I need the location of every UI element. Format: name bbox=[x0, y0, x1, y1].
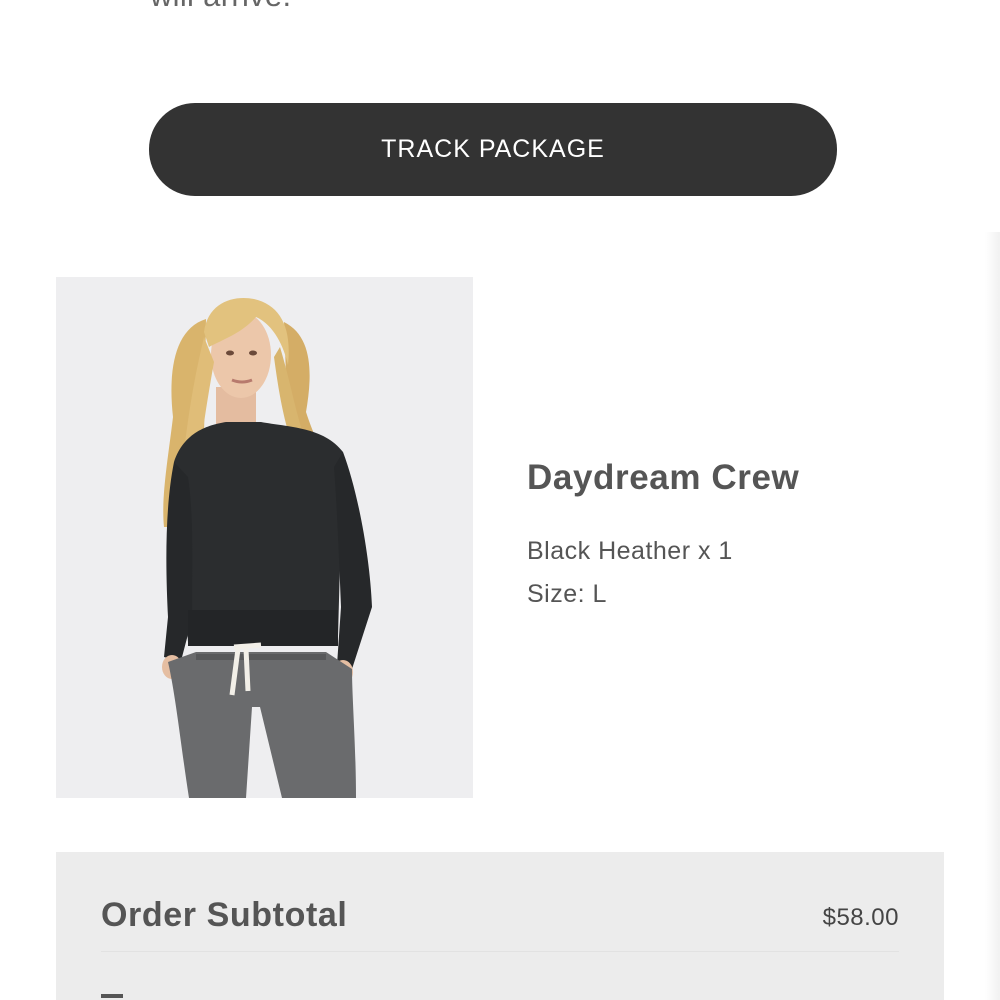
summary-divider bbox=[101, 951, 899, 952]
product-size: Size: L bbox=[527, 580, 607, 608]
delivery-message: will arrive. bbox=[150, 0, 291, 14]
partially-visible-row bbox=[101, 994, 123, 998]
product-variant: Black Heather x 1 bbox=[527, 537, 733, 565]
order-confirmation-page: will arrive. TRACK PACKAGE bbox=[0, 0, 1000, 1000]
order-summary: Order Subtotal $58.00 bbox=[56, 852, 944, 1000]
product-name[interactable]: Daydream Crew bbox=[527, 458, 799, 498]
product-image[interactable] bbox=[56, 277, 473, 798]
subtotal-value: $58.00 bbox=[822, 904, 899, 931]
product-photo-illustration bbox=[56, 277, 473, 798]
scroll-edge bbox=[985, 232, 1000, 1000]
track-package-button[interactable]: TRACK PACKAGE bbox=[149, 103, 837, 196]
subtotal-row: Order Subtotal $58.00 bbox=[101, 896, 899, 940]
subtotal-label: Order Subtotal bbox=[101, 896, 348, 934]
product-info: Daydream Crew Black Heather x 1 Size: L bbox=[527, 458, 799, 609]
